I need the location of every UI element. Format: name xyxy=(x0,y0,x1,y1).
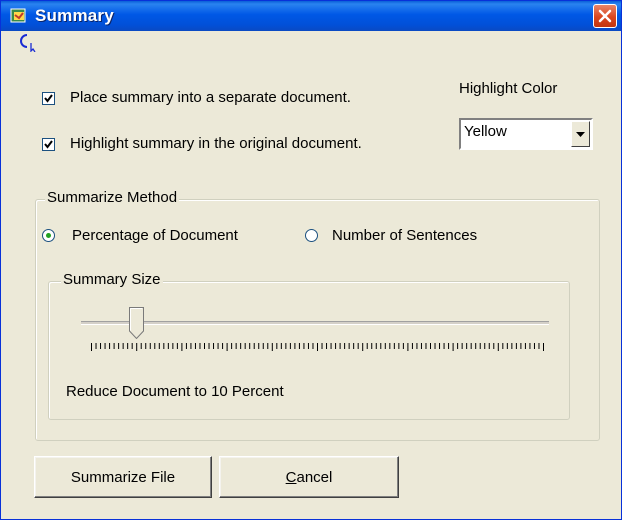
highlight-color-label: Highlight Color xyxy=(459,80,558,97)
highlight-color-value: Yellow xyxy=(464,123,507,140)
summary-dialog: Summary Place summary into a separate do… xyxy=(0,0,622,520)
highlight-original-label: Highlight summary in the original docume… xyxy=(70,135,362,152)
cancel-mnemonic: C xyxy=(285,468,297,486)
window-title: Summary xyxy=(35,6,114,25)
close-icon xyxy=(598,9,612,23)
summary-size-caption: Reduce Document to 10 Percent xyxy=(66,383,284,400)
summary-size-ticks xyxy=(91,343,544,351)
summarize-file-button[interactable]: Summarize File xyxy=(34,456,212,498)
sentences-radio[interactable] xyxy=(305,229,318,242)
chevron-down-icon xyxy=(576,132,585,137)
place-separate-checkbox[interactable] xyxy=(42,92,55,105)
place-separate-label: Place summary into a separate document. xyxy=(70,89,351,106)
percentage-label: Percentage of Document xyxy=(72,227,238,244)
summary-size-slider-thumb[interactable] xyxy=(128,307,144,339)
summarize-method-title: Summarize Method xyxy=(45,189,180,206)
sentences-label: Number of Sentences xyxy=(332,227,478,244)
help-cursor-icon xyxy=(20,34,36,52)
summary-size-title: Summary Size xyxy=(61,271,163,288)
highlight-color-select[interactable]: Yellow xyxy=(459,118,593,150)
summary-app-icon xyxy=(9,6,29,26)
summary-size-track xyxy=(81,321,549,325)
cancel-label-rest: ancel xyxy=(296,468,333,486)
highlight-original-checkbox[interactable] xyxy=(42,138,55,151)
cancel-button[interactable]: Cancel xyxy=(219,456,399,498)
checkmark-icon xyxy=(44,140,53,149)
close-button[interactable] xyxy=(593,4,617,28)
dropdown-arrow-button[interactable] xyxy=(571,121,590,147)
percentage-radio[interactable] xyxy=(42,229,55,242)
checkmark-icon xyxy=(44,94,53,103)
title-bar[interactable]: Summary xyxy=(1,1,621,31)
